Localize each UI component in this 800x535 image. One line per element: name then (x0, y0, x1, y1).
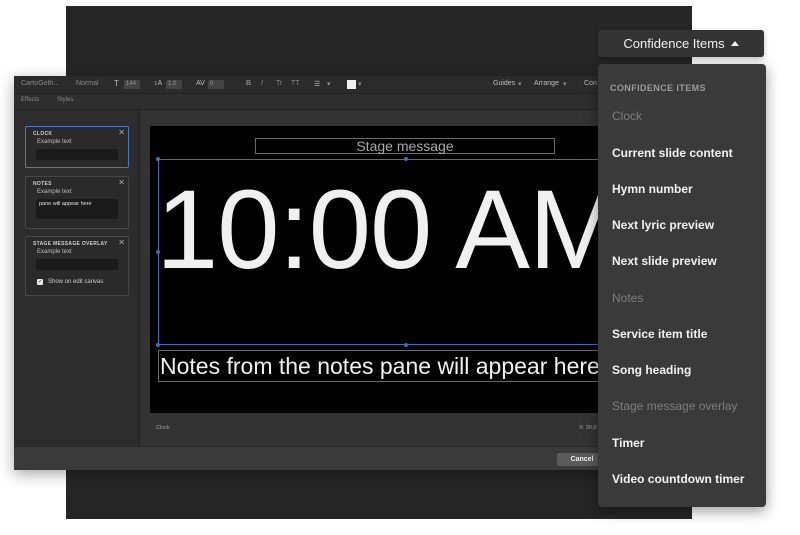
font-size-input[interactable]: 144 (124, 80, 140, 89)
line-height-icon: ↕A (154, 80, 163, 87)
font-weight-select[interactable]: Normal (76, 80, 99, 87)
menu-item-timer[interactable]: Timer (612, 436, 644, 450)
clock-example-label: Example text (37, 139, 72, 145)
stage-message-element[interactable]: Stage message (255, 138, 555, 154)
confidence-items-button[interactable]: Confidence Items (598, 30, 764, 57)
menu-item-notes: Notes (612, 291, 644, 305)
close-icon[interactable]: ✕ (118, 239, 125, 247)
show-on-canvas-label: Show on edit canvas (48, 279, 104, 285)
guides-caret-icon: ▾ (518, 81, 522, 88)
tracking-input[interactable]: 0 (208, 80, 224, 89)
menu-item-song-heading[interactable]: Song heading (612, 363, 691, 377)
menu-item-stage-message-overlay: Stage message overlay (612, 399, 738, 413)
format-toolbar: CartoGoth... Normal T 144 ↕A 1.0 AV 0 B … (14, 76, 654, 94)
color-swatch[interactable] (347, 80, 356, 89)
arrange-caret-icon: ▾ (563, 81, 567, 88)
tracking-icon: AV (196, 80, 205, 87)
uppercase-button[interactable]: TT (291, 80, 300, 87)
stage-layout-editor-window: CartoGoth... Normal T 144 ↕A 1.0 AV 0 B … (14, 76, 654, 470)
secondary-toolbar: Effects Styles (14, 94, 654, 110)
resize-handle[interactable] (156, 157, 160, 161)
notes-element[interactable]: Notes from the notes pane will appear he… (160, 352, 600, 380)
stage-message-card-title: STAGE MESSAGE OVERLAY (33, 241, 108, 247)
styles-menu[interactable]: Styles (57, 97, 73, 103)
clock-example-input[interactable] (36, 149, 118, 160)
menu-item-next-slide-preview[interactable]: Next slide preview (612, 254, 717, 268)
title-case-button[interactable]: Tr (276, 80, 282, 87)
stage-canvas[interactable]: Stage message 10:00 AM Notes from the no… (150, 126, 654, 413)
show-on-canvas-checkbox[interactable]: ✓ (37, 279, 43, 285)
align-icon[interactable]: ☰ (314, 80, 320, 88)
font-family-select[interactable]: CartoGoth... (21, 80, 59, 87)
stage-message-layer-card[interactable]: STAGE MESSAGE OVERLAY ✕ Example text ✓ S… (25, 236, 129, 296)
menu-item-hymn-number[interactable]: Hymn number (612, 182, 693, 196)
resize-handle[interactable] (404, 343, 408, 347)
layers-sidebar: CLOCK ✕ Example text NOTES ✕ Example tex… (14, 110, 140, 446)
bold-button[interactable]: B (246, 80, 251, 87)
resize-handle[interactable] (156, 343, 160, 347)
resize-handle[interactable] (156, 250, 160, 254)
stage-message-example-input[interactable] (36, 259, 118, 270)
guides-menu[interactable]: Guides (493, 80, 515, 87)
clock-layer-card[interactable]: CLOCK ✕ Example text (25, 126, 129, 168)
menu-item-clock: Clock (612, 109, 643, 123)
menu-item-service-item-title[interactable]: Service item title (612, 327, 707, 341)
align-caret-icon: ▾ (327, 81, 331, 88)
resize-handle[interactable] (404, 157, 408, 161)
notes-example-input[interactable]: pane will appear here (36, 199, 118, 219)
close-icon[interactable]: ✕ (118, 129, 125, 137)
menu-item-video-countdown-timer[interactable]: Video countdown timer (612, 472, 744, 486)
arrange-menu[interactable]: Arrange (534, 80, 559, 87)
menu-item-next-lyric-preview[interactable]: Next lyric preview (612, 218, 714, 232)
close-icon[interactable]: ✕ (118, 179, 125, 187)
confidence-items-label: Confidence Items (623, 36, 725, 51)
selected-element-name: Clock (156, 425, 170, 431)
color-caret-icon: ▾ (358, 81, 362, 88)
confidence-toolbar-menu[interactable]: Con (584, 80, 597, 87)
notes-layer-card[interactable]: NOTES ✕ Example text pane will appear he… (25, 176, 129, 229)
notes-example-label: Example text (37, 189, 72, 195)
italic-button[interactable]: I (261, 80, 263, 87)
notes-card-title: NOTES (33, 181, 52, 187)
clock-card-title: CLOCK (33, 131, 53, 137)
line-height-input[interactable]: 1.0 (166, 80, 182, 89)
clock-selection-box[interactable] (156, 157, 654, 347)
dialog-footer: Cancel (14, 446, 654, 470)
screenshot-stage: CartoGoth... Normal T 144 ↕A 1.0 AV 0 B … (0, 0, 800, 535)
font-size-icon: T (114, 79, 119, 88)
stage-message-example-label: Example text (37, 249, 72, 255)
effects-menu[interactable]: Effects (21, 97, 39, 103)
position-readout: X: 30.0 (579, 425, 597, 431)
confidence-items-menu: CONFIDENCE ITEMS Clock Current slide con… (598, 64, 766, 507)
caret-up-icon (730, 41, 739, 46)
menu-heading: CONFIDENCE ITEMS (610, 83, 706, 93)
menu-item-current-slide-content[interactable]: Current slide content (612, 146, 733, 160)
